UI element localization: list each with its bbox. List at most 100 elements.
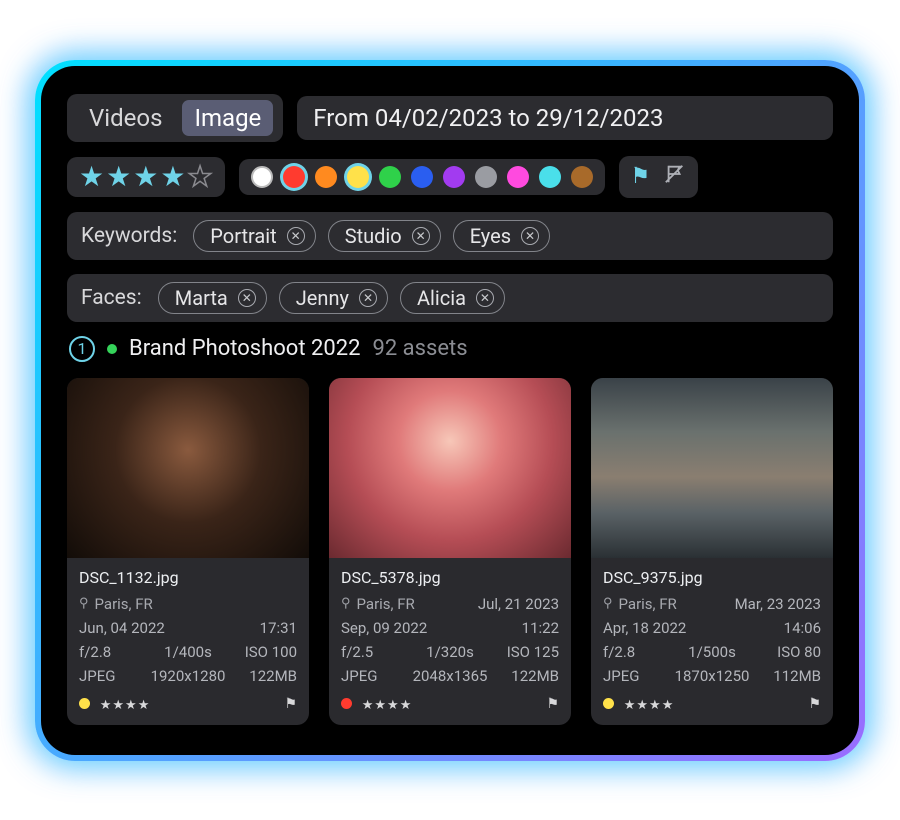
- asset-meta: DSC_9375.jpg ⚲ Paris, FR Mar, 23 2023 Apr…: [591, 558, 833, 725]
- color-swatch[interactable]: [411, 166, 433, 188]
- filter-chip[interactable]: Eyes✕: [453, 220, 550, 252]
- flag-icon[interactable]: ⚑: [546, 696, 559, 712]
- rating-filter[interactable]: ★ ★ ★ ★ ★: [67, 157, 225, 197]
- asset-thumbnail[interactable]: [329, 378, 571, 558]
- asset-card[interactable]: DSC_5378.jpg ⚲Paris, FR Jul, 21 2023 Sep…: [329, 378, 571, 725]
- keywords-label: Keywords:: [81, 224, 177, 248]
- date-range-filter[interactable]: From 04/02/2023 to 29/12/2023: [297, 96, 833, 140]
- asset-meta: DSC_1132.jpg ⚲ Paris, FR Jun, 04 2022 17:…: [67, 558, 309, 725]
- filter-panel: Videos Image From 04/02/2023 to 29/12/20…: [41, 66, 859, 755]
- asset-capture-date: Apr, 18 2022: [603, 619, 686, 637]
- asset-dimensions: 1920x1280: [151, 667, 226, 685]
- star-icon: ★: [79, 163, 104, 191]
- color-swatch[interactable]: [507, 166, 529, 188]
- color-swatch[interactable]: [475, 166, 497, 188]
- location-icon: ⚲: [341, 596, 351, 611]
- asset-shutter: 1/320s: [414, 643, 487, 661]
- asset-thumbnail[interactable]: [67, 378, 309, 558]
- asset-size: 112MB: [749, 667, 821, 685]
- remove-icon[interactable]: ✕: [359, 289, 377, 307]
- filter-chip[interactable]: Jenny✕: [279, 282, 388, 314]
- color-swatch[interactable]: [347, 166, 369, 188]
- filter-chip[interactable]: Portrait ✕: [193, 220, 315, 252]
- date-range-text: From 04/02/2023 to 29/12/2023: [307, 102, 669, 134]
- collection-index-badge: 1: [69, 336, 95, 362]
- asset-format: JPEG: [341, 667, 413, 685]
- remove-icon[interactable]: ✕: [238, 289, 256, 307]
- asset-iso: ISO 80: [748, 643, 821, 661]
- color-swatch[interactable]: [443, 166, 465, 188]
- asset-card[interactable]: DSC_9375.jpg ⚲ Paris, FR Mar, 23 2023 Apr…: [591, 378, 833, 725]
- asset-aperture: f/2.8: [603, 643, 676, 661]
- color-swatch[interactable]: [379, 166, 401, 188]
- asset-capture-time: 17:31: [260, 619, 297, 637]
- asset-rating: ★★★★: [362, 698, 413, 713]
- star-icon: ★: [133, 163, 158, 191]
- asset-shoot-date: Mar, 23 2023: [735, 595, 821, 613]
- asset-filename: DSC_5378.jpg: [341, 568, 559, 587]
- asset-capture-date: Sep, 09 2022: [341, 619, 427, 637]
- asset-shutter: 1/400s: [152, 643, 225, 661]
- asset-shutter: 1/500s: [676, 643, 749, 661]
- faces-label: Faces:: [81, 286, 142, 310]
- location-icon: ⚲: [79, 596, 89, 611]
- color-filter: [239, 159, 605, 195]
- asset-size: 122MB: [225, 667, 297, 685]
- asset-aperture: f/2.8: [79, 643, 152, 661]
- asset-iso: ISO 100: [224, 643, 297, 661]
- asset-location: Paris, FR: [95, 595, 153, 613]
- remove-icon[interactable]: ✕: [521, 227, 539, 245]
- status-dot-icon: [107, 344, 117, 354]
- asset-rating: ★★★★: [624, 698, 675, 713]
- collection-count: 92 assets: [372, 336, 467, 361]
- chip-label: Alicia: [417, 286, 466, 310]
- asset-aperture: f/2.5: [341, 643, 414, 661]
- asset-format: JPEG: [603, 667, 675, 685]
- star-icon: ★: [106, 163, 131, 191]
- remove-icon[interactable]: ✕: [476, 289, 494, 307]
- flag-filter: ⚑: [619, 156, 699, 198]
- asset-size: 122MB: [487, 667, 559, 685]
- flag-icon[interactable]: ⚑: [808, 696, 821, 712]
- chip-label: Marta: [175, 286, 228, 310]
- asset-color-label-icon: [79, 698, 90, 709]
- location-icon: ⚲: [603, 596, 613, 611]
- faces-row: Faces: Marta✕Jenny✕Alicia✕: [67, 274, 833, 322]
- asset-dimensions: 2048x1365: [413, 667, 488, 685]
- chip-label: Studio: [345, 224, 402, 248]
- flag-on-icon[interactable]: ⚑: [631, 164, 651, 189]
- star-icon: ★: [160, 163, 185, 191]
- remove-icon[interactable]: ✕: [412, 227, 430, 245]
- asset-location: Paris, FR: [619, 595, 677, 613]
- asset-filename: DSC_9375.jpg: [603, 568, 821, 587]
- color-swatch[interactable]: [571, 166, 593, 188]
- asset-capture-date: Jun, 04 2022: [79, 619, 165, 637]
- asset-capture-time: 11:22: [522, 619, 559, 637]
- color-swatch[interactable]: [539, 166, 561, 188]
- flag-icon[interactable]: ⚑: [284, 696, 297, 712]
- asset-thumbnail[interactable]: [591, 378, 833, 558]
- color-swatch[interactable]: [315, 166, 337, 188]
- asset-card[interactable]: DSC_1132.jpg ⚲ Paris, FR Jun, 04 2022 17:…: [67, 378, 309, 725]
- remove-icon[interactable]: ✕: [287, 227, 305, 245]
- asset-grid: DSC_1132.jpg ⚲ Paris, FR Jun, 04 2022 17:…: [67, 378, 833, 725]
- tab-image[interactable]: Image: [182, 100, 273, 136]
- flag-off-icon[interactable]: [664, 163, 686, 191]
- media-type-segmented: Videos Image: [67, 94, 283, 142]
- asset-color-label-icon: [603, 698, 614, 709]
- asset-capture-time: 14:06: [784, 619, 821, 637]
- color-swatch[interactable]: [283, 166, 305, 188]
- tab-videos[interactable]: Videos: [77, 100, 174, 136]
- asset-rating: ★★★★: [100, 698, 151, 713]
- collection-name: Brand Photoshoot 2022: [129, 336, 360, 361]
- asset-color-label-icon: [341, 698, 352, 709]
- chip-label: Portrait: [210, 224, 276, 248]
- filter-chip[interactable]: Studio ✕: [328, 220, 441, 252]
- collection-header[interactable]: 1 Brand Photoshoot 2022 92 assets: [69, 336, 833, 362]
- filter-chip[interactable]: Alicia ✕: [400, 282, 505, 314]
- filter-chip[interactable]: Marta ✕: [158, 282, 267, 314]
- star-icon: ★: [187, 163, 212, 191]
- asset-filename: DSC_1132.jpg: [79, 568, 297, 587]
- color-swatch[interactable]: [251, 166, 273, 188]
- keywords-row: Keywords: Portrait✕Studio✕Eyes✕: [67, 212, 833, 260]
